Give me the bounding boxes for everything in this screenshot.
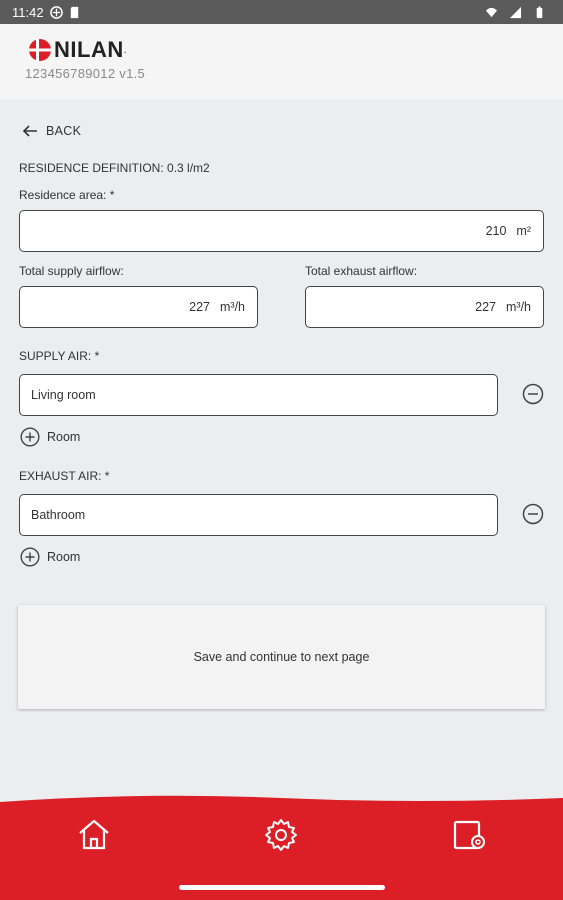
sd-card-icon xyxy=(70,6,78,18)
back-label: BACK xyxy=(46,124,82,138)
battery-icon xyxy=(536,5,543,18)
remove-exhaust-room-icon[interactable] xyxy=(522,503,544,525)
remove-supply-room-icon[interactable] xyxy=(522,383,544,405)
back-button[interactable]: BACK xyxy=(22,123,81,139)
home-indicator[interactable] xyxy=(179,885,385,890)
device-settings-icon[interactable] xyxy=(451,817,487,853)
app-version: 123456789012 v1.5 xyxy=(25,66,146,81)
exhaust-airflow-label: Total exhaust airflow: xyxy=(305,264,418,278)
plus-circle-icon xyxy=(20,547,40,567)
add-supply-room-button[interactable]: Room xyxy=(20,427,80,447)
exhaust-room-value: Bathroom xyxy=(31,508,86,522)
exhaust-airflow-input[interactable]: 227 m³/h xyxy=(305,286,544,328)
exhaust-room-input[interactable]: Bathroom xyxy=(19,494,498,536)
status-time: 11:42 xyxy=(12,4,44,20)
brand-name: NILAN xyxy=(54,37,124,62)
supply-airflow-value: 227 xyxy=(189,300,210,314)
residence-area-input[interactable]: 210 m² xyxy=(19,210,544,252)
wifi-icon xyxy=(485,7,498,17)
residence-area-unit: m² xyxy=(516,224,531,238)
supply-room-value: Living room xyxy=(31,388,96,402)
exhaust-airflow-value: 227 xyxy=(475,300,496,314)
danish-flag-icon xyxy=(29,39,51,61)
save-continue-label: Save and continue to next page xyxy=(193,650,370,664)
supply-airflow-label: Total supply airflow: xyxy=(19,264,124,278)
signal-icon xyxy=(509,6,522,18)
settings-icon[interactable] xyxy=(263,817,299,853)
add-exhaust-room-label: Room xyxy=(47,550,81,564)
residence-area-value: 210 xyxy=(485,224,507,238)
exhaust-airflow-unit: m³/h xyxy=(506,300,531,314)
supply-airflow-input[interactable]: 227 m³/h xyxy=(19,286,258,328)
status-bar: 11:42 xyxy=(0,0,563,24)
plus-circle-icon xyxy=(20,427,40,447)
home-icon[interactable] xyxy=(76,817,112,853)
add-exhaust-room-button[interactable]: Room xyxy=(20,547,80,567)
residence-definition: RESIDENCE DEFINITION: 0.3 l/m2 xyxy=(19,161,210,175)
supply-room-input[interactable]: Living room xyxy=(19,374,498,416)
app-header: NILAN . 123456789012 v1.5 xyxy=(0,24,563,99)
nilan-logo: NILAN . xyxy=(28,37,127,63)
arrow-left-icon xyxy=(22,125,37,137)
save-continue-button[interactable]: Save and continue to next page xyxy=(18,605,545,709)
supply-air-label: SUPPLY AIR: * xyxy=(19,349,100,363)
supply-airflow-unit: m³/h xyxy=(220,300,245,314)
brand-dot: . xyxy=(123,44,127,56)
sync-icon xyxy=(49,5,63,19)
residence-area-label: Residence area: * xyxy=(19,188,115,202)
add-supply-room-label: Room xyxy=(47,430,81,444)
exhaust-air-label: EXHAUST AIR: * xyxy=(19,469,110,483)
